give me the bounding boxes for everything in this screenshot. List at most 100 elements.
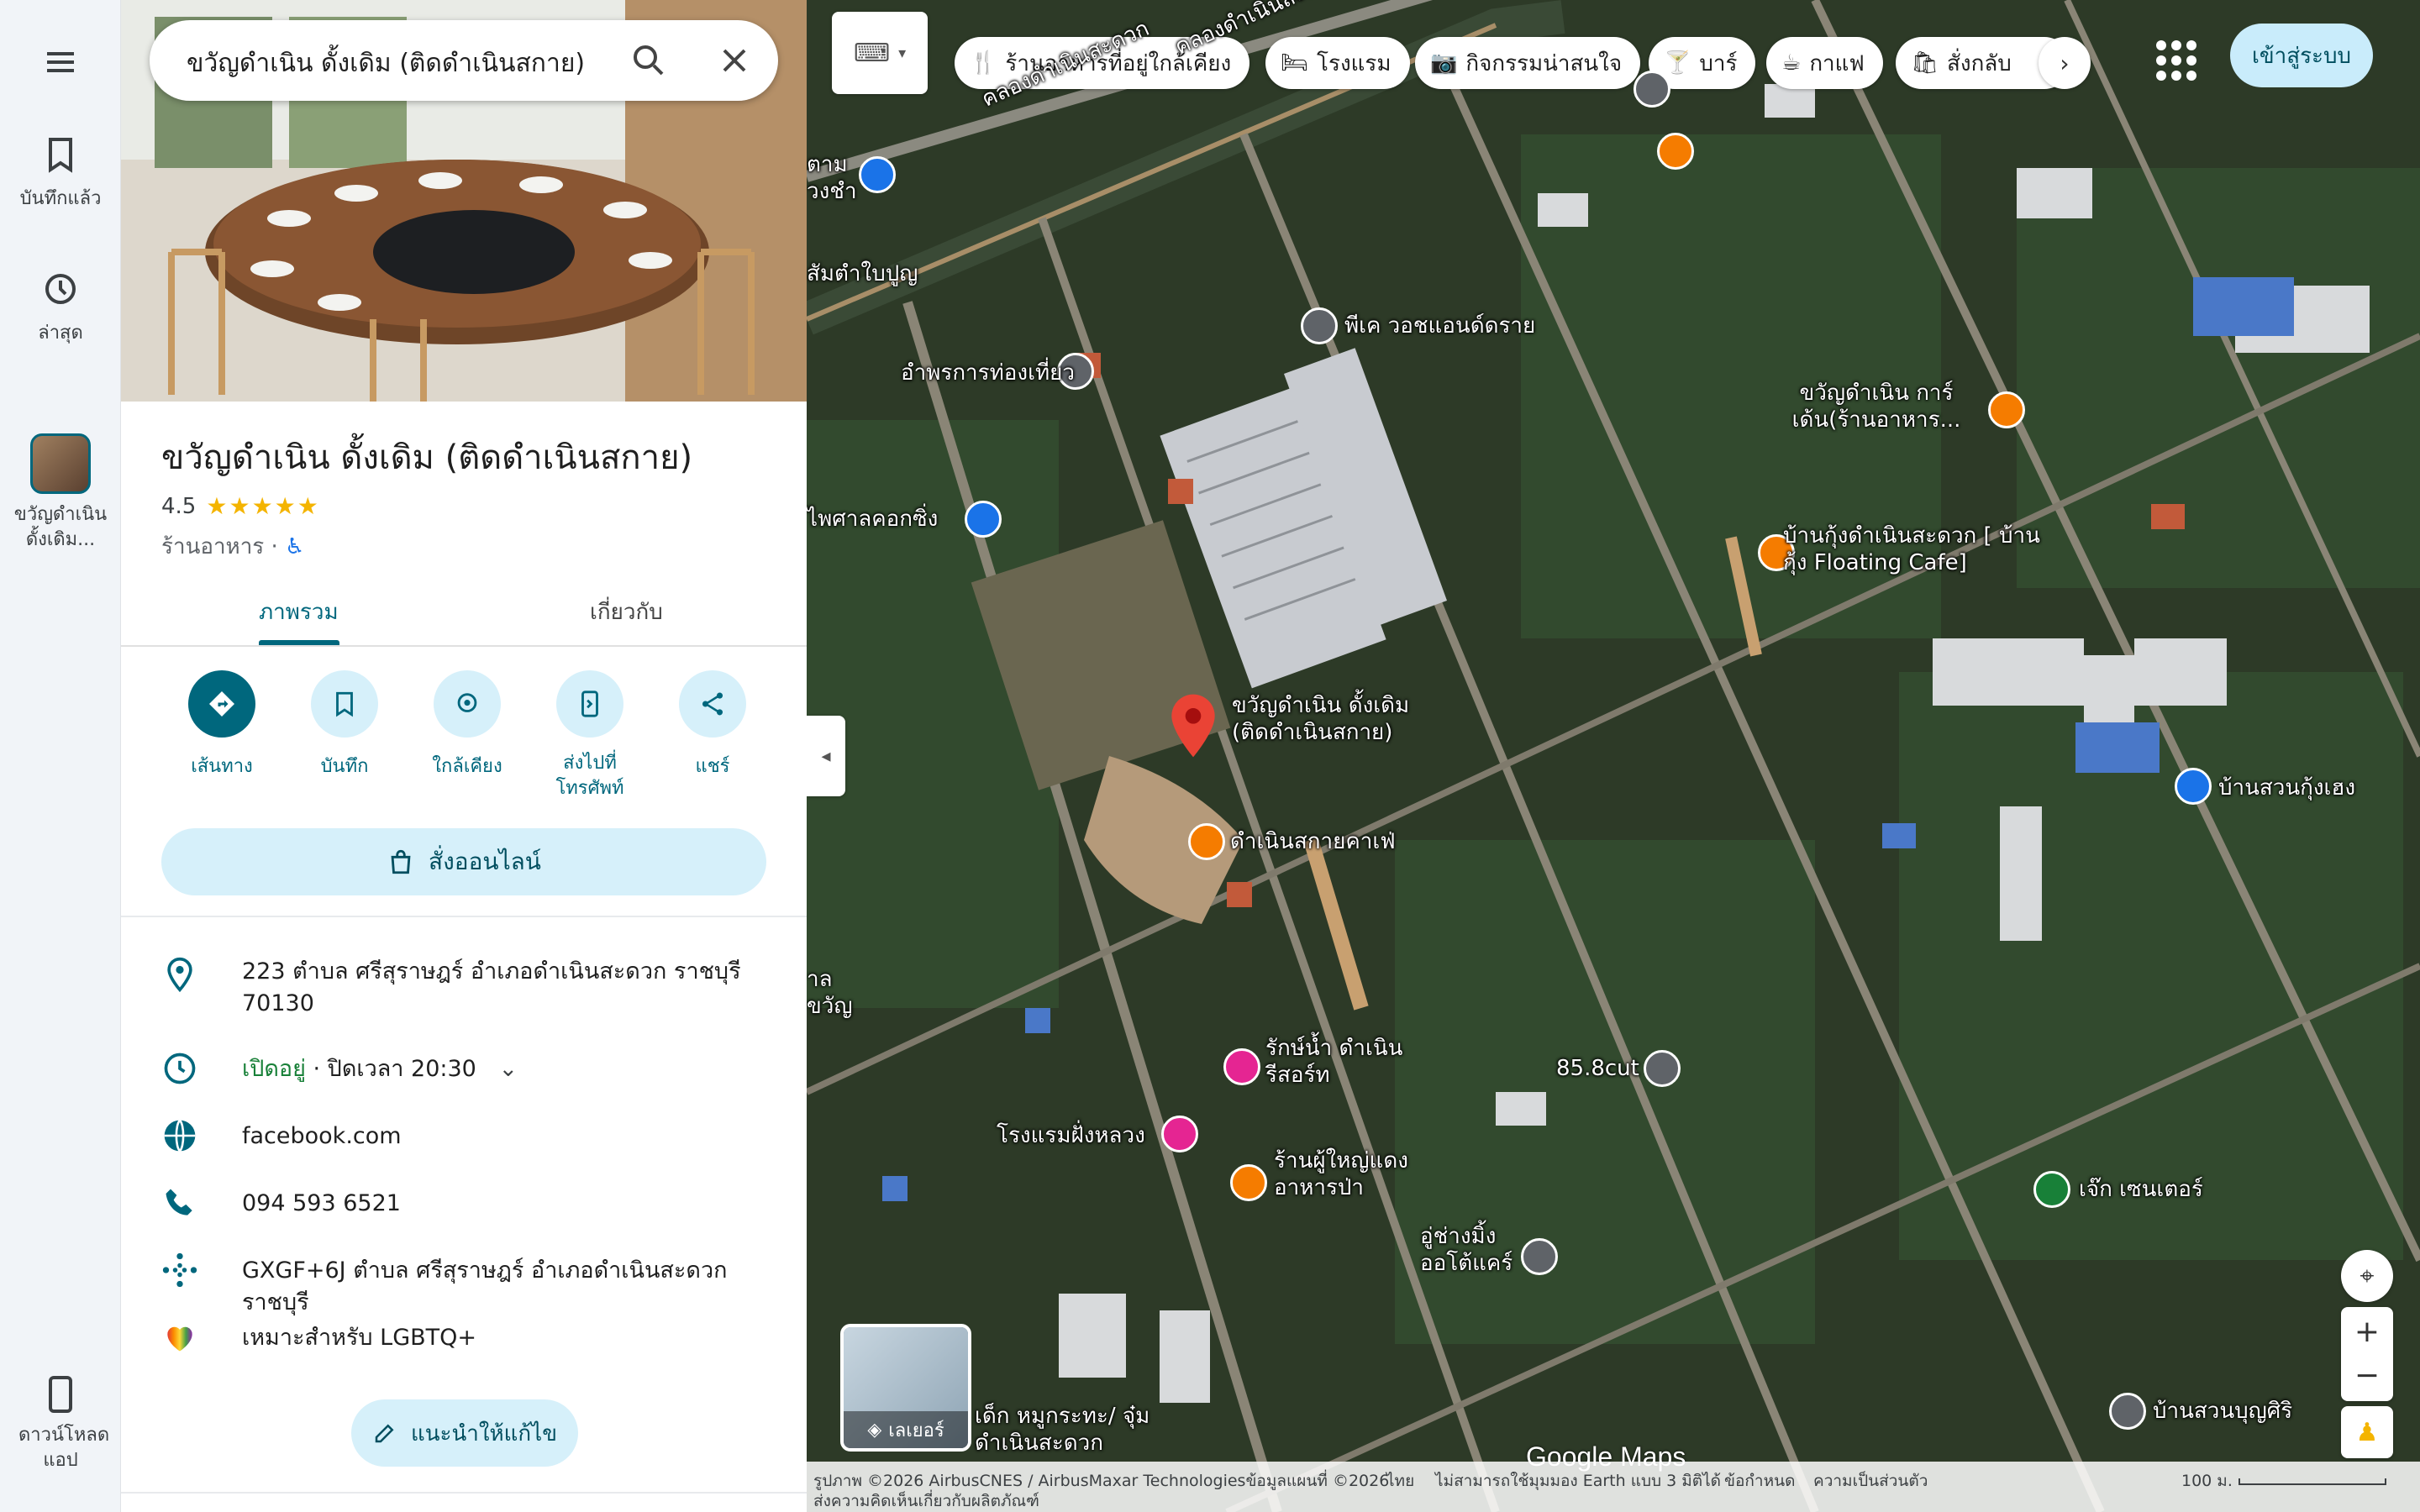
map-label[interactable]: สัมตำใบปูญ [807,260,918,287]
chip-coffee[interactable]: ☕ กาแฟ [1766,37,1883,89]
tab-overview[interactable]: ภาพรวม [259,595,339,629]
lgbtq-row[interactable]: เหมาะสำหรับ LGBTQ+ [121,1322,807,1359]
map-label[interactable]: โรงแรมฝั่งหลวง [997,1122,1145,1149]
recent-button[interactable]: ล่าสุด [0,269,121,347]
map-label[interactable]: บ้านกุ้งดำเนินสะดวก [ บ้านกุ้ง Floating … [1783,522,2060,576]
chip-hotels[interactable]: 🛏 โรงแรม [1265,37,1410,89]
tab-about[interactable]: เกี่ยวกับ [590,595,663,629]
download-app-button[interactable]: ดาวน์โหลด แอป [0,1374,121,1473]
address-row[interactable]: 223 ตำบล ศรีสุราษฎร์ อำเภอดำเนินสะดวก รา… [121,956,807,1023]
map-label[interactable]: ขวัญดำเนิน การ์เด้น(ร้านอาหาร... [1763,380,1990,433]
earth-3d-notice[interactable]: ไม่สามารถใช้มุมมอง Earth แบบ 3 มิติได้ [1435,1468,1721,1494]
search-input[interactable]: ขวัญดำเนิน ดั้งเดิม (ติดดำเนินสกาย) [187,44,585,83]
menu-button[interactable] [0,42,121,91]
divider [121,1492,807,1494]
map-label[interactable]: ตาม วงชำ [807,151,857,205]
place-pin-icon[interactable] [2109,1393,2146,1430]
map-label[interactable]: ร้านผู้ใหญ่แดง อาหารป่า [1274,1147,1442,1201]
layers-icon: ◈ [867,1419,882,1441]
language-link[interactable]: ไทย [1386,1468,1414,1494]
map-label[interactable]: เจ๊ก เซนเตอร์ [2079,1176,2203,1203]
place-pin-icon[interactable] [1301,307,1338,344]
place-panel: ขวัญดำเนิน ดั้งเดิม (ติดดำเนินสกาย) 4.5 … [121,0,807,1512]
map-label[interactable]: ไพศาลคอกซิ่ง [807,506,938,533]
chevron-down-icon[interactable]: ⌄ [498,1056,518,1082]
layers-label: เลเยอร์ [888,1420,944,1441]
nearby-button[interactable]: ใกล้เคียง [408,670,526,780]
terms-link[interactable]: ข้อกำหนด [1724,1468,1795,1494]
feedback-link[interactable]: ส่งความคิดเห็นเกี่ยวกับผลิตภัณฑ์ [813,1488,1039,1512]
bookmark-icon [336,691,353,717]
closing-time: · ปิดเวลา 20:30 [305,1056,476,1082]
map-label[interactable]: อำพรการท่องเที่ยว [901,360,1075,386]
category-label[interactable]: ร้านอาหาร · [161,534,278,559]
restaurant-pin-icon[interactable] [1230,1164,1267,1201]
place-pin-icon[interactable] [1634,71,1670,108]
scale-label: 100 ม. [2181,1472,2233,1490]
order-online-button[interactable]: สั่งออนไลน์ [161,828,766,895]
selected-place-label[interactable]: ขวัญดำเนิน ดั้งเดิม (ติดดำเนินสกาย) [1232,692,1417,746]
zoom-in-icon[interactable]: + [2354,1314,2380,1351]
my-location-button[interactable]: ⌖ [2341,1250,2393,1302]
restaurant-pin-icon[interactable] [1988,391,2025,428]
collapse-panel-button[interactable]: ◂ [807,716,845,796]
map-label[interactable]: รักษ์น้ำ ดำเนิน รีสอร์ท [1265,1035,1434,1089]
chip-things-to-do-label: กิจกรรมน่าสนใจ [1465,50,1623,76]
map-label[interactable]: าล ขวัญ [807,966,853,1020]
phone-row[interactable]: 094 593 6521 [121,1188,807,1225]
suggest-edit-button[interactable]: แนะนำให้แก้ไข [351,1399,578,1467]
apps-grid-icon[interactable] [2151,35,2202,86]
map-canvas[interactable]: ⌨ ▾ 🍴 ร้านอาหารที่อยู่ใกล้เคียง 🛏 โรงแรม 📷… [807,0,2420,1512]
input-tools-button[interactable]: ⌨ ▾ [832,12,928,94]
cafe-pin-icon[interactable] [1188,823,1225,860]
map-label[interactable]: อู่ช่างมิ้ง ออโต้แคร์ [1420,1223,1521,1277]
place-pin-icon[interactable] [1644,1050,1681,1087]
globe-icon [164,1119,196,1152]
share-button[interactable]: แชร์ [654,670,771,780]
map-label[interactable]: ดำเนินสกายคาเฟ่ [1230,828,1396,855]
shopping-bag-icon [391,849,411,874]
search-icon[interactable] [629,40,669,81]
phone-text: 094 593 6521 [242,1190,401,1216]
recent-place-label: ขวัญดำเนิน ดั้งเดิม... [13,504,108,550]
pegman-button[interactable]: ♟ [2341,1406,2393,1458]
health-pin-icon[interactable] [2033,1171,2070,1208]
chevron-right-icon: › [2060,49,2070,77]
place-pin-icon[interactable] [1521,1238,1558,1275]
rating-stars: ★★★★★ [206,492,320,520]
map-label[interactable]: บ้านสวนบุญศิริ [2153,1398,2292,1425]
chips-next-button[interactable]: › [2039,37,2091,89]
zoom-out-icon[interactable]: − [2354,1357,2380,1394]
selected-place-marker-icon[interactable] [1170,694,1217,758]
save-button[interactable]: บันทึก [286,670,403,780]
action-buttons: เส้นทาง บันทึก ใกล้เคียง ส่งไปที่โทรศัพท… [121,670,807,813]
plus-code-row[interactable]: GXGF+6J ตำบล ศรีสุราษฎร์ อำเภอดำเนินสะดว… [121,1252,807,1315]
hotel-pin-icon[interactable] [1161,1116,1198,1152]
map-label[interactable]: เด็ก หมูกระทะ/ จุ๋ม ดำเนินสะดวก [975,1403,1176,1457]
wheelchair-icon[interactable]: ♿ [285,534,304,559]
shopping-pin-icon[interactable] [859,156,896,193]
layers-button[interactable]: ◈ เลเยอร์ [840,1324,971,1452]
sign-in-button[interactable]: เข้าสู่ระบบ [2230,24,2373,87]
privacy-link[interactable]: ความเป็นส่วนตัว [1813,1468,1928,1494]
shopping-pin-icon[interactable] [2175,768,2212,805]
chip-things-to-do[interactable]: 📷 กิจกรรมน่าสนใจ [1415,37,1641,89]
send-to-phone-icon [581,690,598,717]
recent-place-button[interactable]: ขวัญดำเนิน ดั้งเดิม... [0,433,121,553]
resort-pin-icon[interactable] [1223,1048,1260,1085]
directions-icon [209,691,234,717]
hours-row[interactable]: เปิดอยู่ · ปิดเวลา 20:30 ⌄ [121,1053,807,1090]
map-label[interactable]: พีเค วอชแอนด์ดราย [1344,312,1535,339]
search-box[interactable]: ขวัญดำเนิน ดั้งเดิม (ติดดำเนินสกาย) [150,20,778,101]
rating-row[interactable]: 4.5 ★★★★★ [161,492,320,520]
map-label[interactable]: 85.8cut [1556,1055,1639,1082]
address-text: 223 ตำบล ศรีสุราษฎร์ อำเภอดำเนินสะดวก รา… [242,958,741,1016]
shopping-pin-icon[interactable] [965,501,1002,538]
map-label[interactable]: บ้านสวนกุ้งเฮง [2218,774,2355,801]
restaurant-pin-icon[interactable] [1657,133,1694,170]
website-row[interactable]: facebook.com [121,1119,807,1158]
saved-button[interactable]: บันทึกแล้ว [0,134,121,213]
close-icon[interactable] [714,40,755,81]
directions-button[interactable]: เส้นทาง [163,670,281,780]
send-to-phone-button[interactable]: ส่งไปที่โทรศัพท์ [531,670,649,801]
